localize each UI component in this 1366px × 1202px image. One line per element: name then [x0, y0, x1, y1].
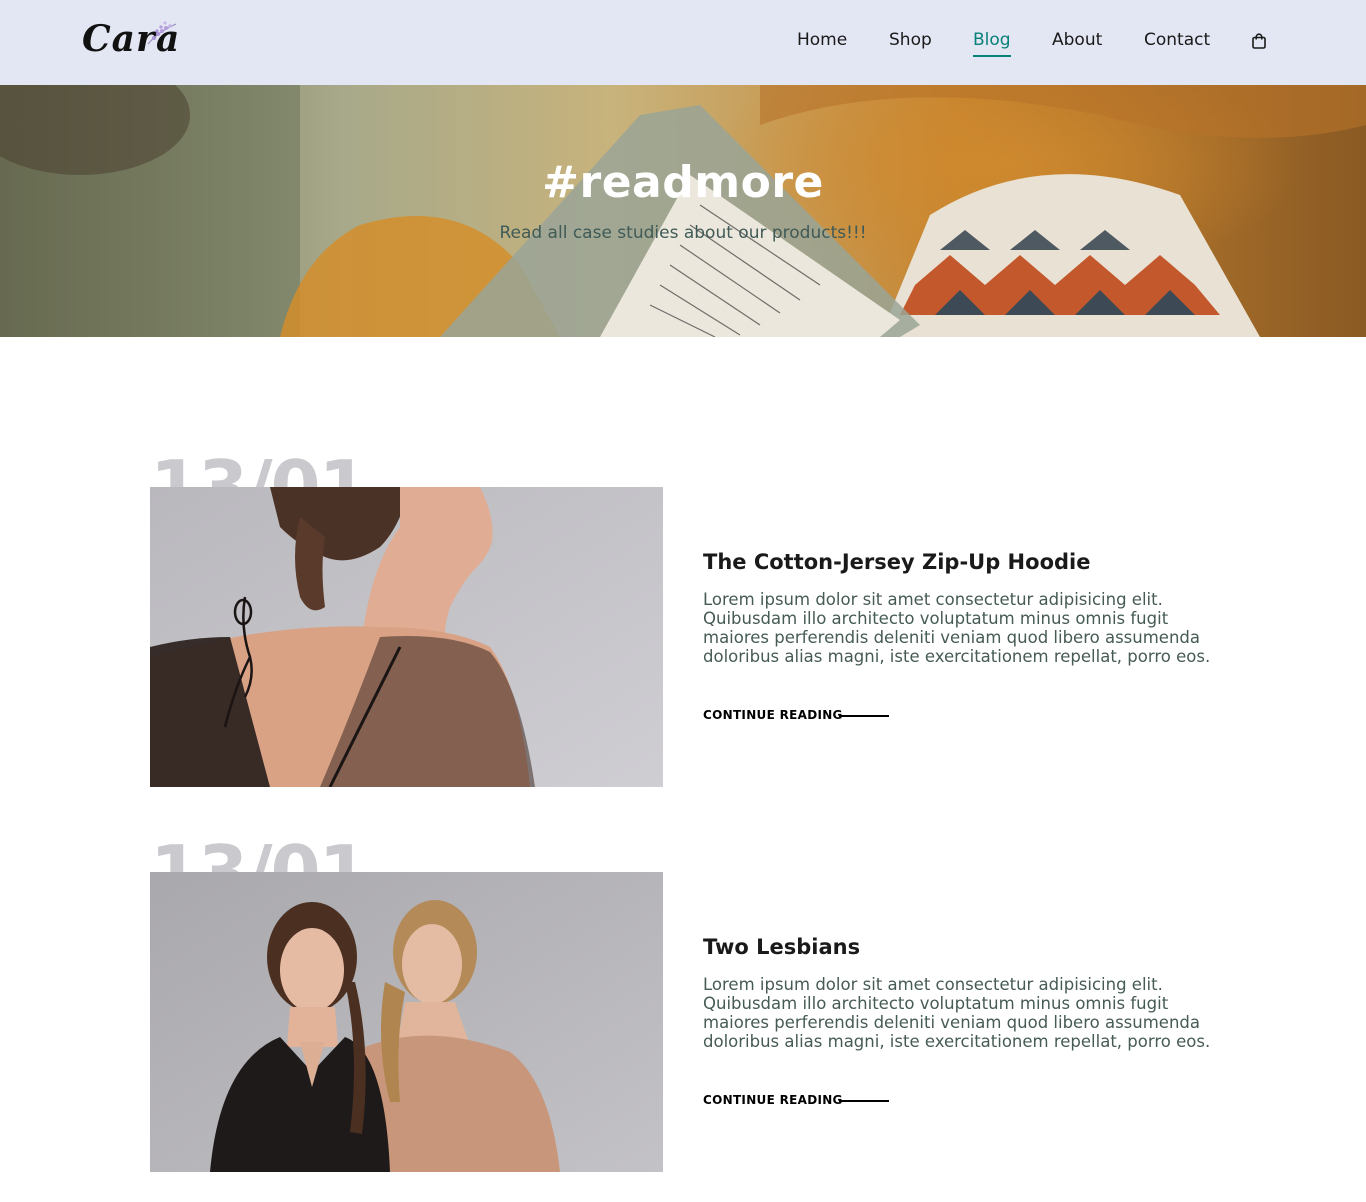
blog-post: 13/01 Two Lesbians Lorem ipsum dolor sit… [150, 822, 1230, 1182]
nav-blog[interactable]: Blog [973, 30, 1011, 57]
continue-reading-link[interactable]: CONTINUE READING [703, 1093, 843, 1107]
nav-about[interactable]: About [1052, 30, 1102, 50]
site-logo[interactable]: Cara [82, 14, 182, 66]
continue-reading-link[interactable]: CONTINUE READING [703, 708, 843, 722]
hero-background-image [0, 85, 1366, 337]
shopping-bag-icon[interactable] [1251, 33, 1267, 49]
blog-post: 13/01 The Cotton-Jersey Zip-Up Hoodie Lo… [150, 437, 1230, 797]
nav-contact[interactable]: Contact [1144, 30, 1210, 50]
post-image[interactable] [150, 872, 663, 1172]
hero-title: #readmore [542, 157, 824, 208]
post-date-watermark: 13/01 [150, 830, 367, 872]
post-excerpt: Lorem ipsum dolor sit amet consectetur a… [703, 975, 1211, 1051]
post-excerpt: Lorem ipsum dolor sit amet consectetur a… [703, 590, 1211, 666]
hero-banner: #readmore Read all case studies about ou… [0, 85, 1366, 337]
hero-subtitle: Read all case studies about our products… [499, 223, 867, 243]
post-title[interactable]: Two Lesbians [703, 935, 860, 959]
two-models-photo [150, 872, 663, 1172]
site-header: Cara Home Shop Blog About Contact [0, 0, 1366, 85]
nav-blog-label: Blog [973, 30, 1011, 50]
post-image[interactable] [150, 487, 663, 787]
link-underline-decoration [839, 715, 889, 717]
post-date-watermark: 13/01 [150, 445, 367, 487]
lavender-sprig-icon [147, 21, 177, 45]
active-nav-underline [973, 55, 1011, 57]
post-title[interactable]: The Cotton-Jersey Zip-Up Hoodie [703, 550, 1090, 574]
nav-shop[interactable]: Shop [889, 30, 932, 50]
nav-home[interactable]: Home [797, 30, 847, 50]
link-underline-decoration [839, 1100, 889, 1102]
woman-profile-photo [150, 487, 663, 787]
